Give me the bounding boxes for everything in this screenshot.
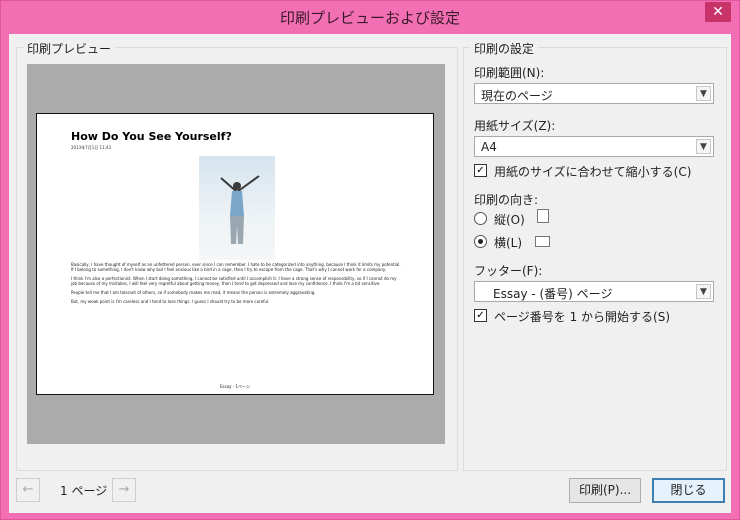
landscape-radio[interactable] <box>474 235 487 248</box>
print-range-value: 現在のページ <box>481 89 553 103</box>
preview-area: How Do You See Yourself? 2013年7月1日 11:43 <box>27 64 445 444</box>
start-page-one-checkbox[interactable]: ✓ <box>474 309 487 322</box>
document-paragraph: But, my weak point is I'm careless and I… <box>71 299 270 304</box>
document-photo <box>199 156 275 260</box>
paper-size-label: 用紙サイズ(Z): <box>474 119 556 133</box>
close-button[interactable]: 閉じる <box>652 478 725 503</box>
next-page-button[interactable]: → <box>112 478 136 502</box>
document-title: How Do You See Yourself? <box>71 130 232 143</box>
portrait-radio[interactable] <box>474 212 487 225</box>
settings-group-label: 印刷の設定 <box>470 40 539 57</box>
document-paragraph: I think I'm also a perfectionist. When I… <box>71 276 397 286</box>
portrait-page-icon <box>537 209 549 223</box>
document-footer: Essay - 1ページ <box>220 384 250 389</box>
paper-size-value: A4 <box>481 140 497 154</box>
footer-value: Essay - (番号) ページ <box>493 287 613 301</box>
portrait-label[interactable]: 縦(O) <box>494 211 525 228</box>
preview-group-label: 印刷プレビュー <box>23 40 116 57</box>
print-button[interactable]: 印刷(P)... <box>569 478 641 503</box>
title-bar[interactable]: 印刷プレビューおよび設定 ✕ <box>1 1 739 34</box>
orientation-label: 印刷の向き: <box>474 193 539 207</box>
fit-to-paper-label[interactable]: 用紙のサイズに合わせて縮小する(C) <box>494 163 691 180</box>
footer-label: フッター(F): <box>474 264 543 278</box>
start-page-one-label[interactable]: ページ番号を 1 から開始する(S) <box>494 308 670 325</box>
paper-size-select[interactable]: A4 ▼ <box>474 136 714 157</box>
window-title: 印刷プレビューおよび設定 <box>279 9 460 27</box>
footer-select[interactable]: Essay - (番号) ページ ▼ <box>474 281 714 302</box>
preview-page: How Do You See Yourself? 2013年7月1日 11:43 <box>36 113 434 395</box>
document-paragraph: People tell me that I am tolerant of oth… <box>71 290 316 295</box>
document-paragraph: Basically, I have thought of myself as a… <box>71 262 401 272</box>
close-window-button[interactable]: ✕ <box>705 2 731 22</box>
dialog-body: 印刷プレビュー How Do You See Yourself? 2013年7月… <box>9 34 731 513</box>
person-arms-raised-image <box>220 175 260 244</box>
chevron-down-icon: ▼ <box>696 139 711 154</box>
fit-to-paper-checkbox[interactable]: ✓ <box>474 164 487 177</box>
landscape-label[interactable]: 横(L) <box>494 234 522 251</box>
landscape-page-icon <box>535 236 550 247</box>
settings-group: 印刷の設定 印刷範囲(N): 現在のページ ▼ 用紙サイズ(Z): A4 ▼ ✓… <box>463 40 727 471</box>
preview-group: 印刷プレビュー How Do You See Yourself? 2013年7月… <box>16 40 458 471</box>
page-number-label: 1 ページ <box>60 484 108 498</box>
chevron-down-icon: ▼ <box>696 86 711 101</box>
previous-page-button[interactable]: ← <box>16 478 40 502</box>
document-date: 2013年7月1日 11:43 <box>71 145 112 150</box>
document-body: Basically, I have thought of myself as a… <box>71 262 401 308</box>
print-preview-dialog: 印刷プレビューおよび設定 ✕ 印刷プレビュー How Do You See Yo… <box>0 0 740 520</box>
print-range-select[interactable]: 現在のページ ▼ <box>474 83 714 104</box>
chevron-down-icon: ▼ <box>696 284 711 299</box>
print-range-label: 印刷範囲(N): <box>474 66 545 80</box>
